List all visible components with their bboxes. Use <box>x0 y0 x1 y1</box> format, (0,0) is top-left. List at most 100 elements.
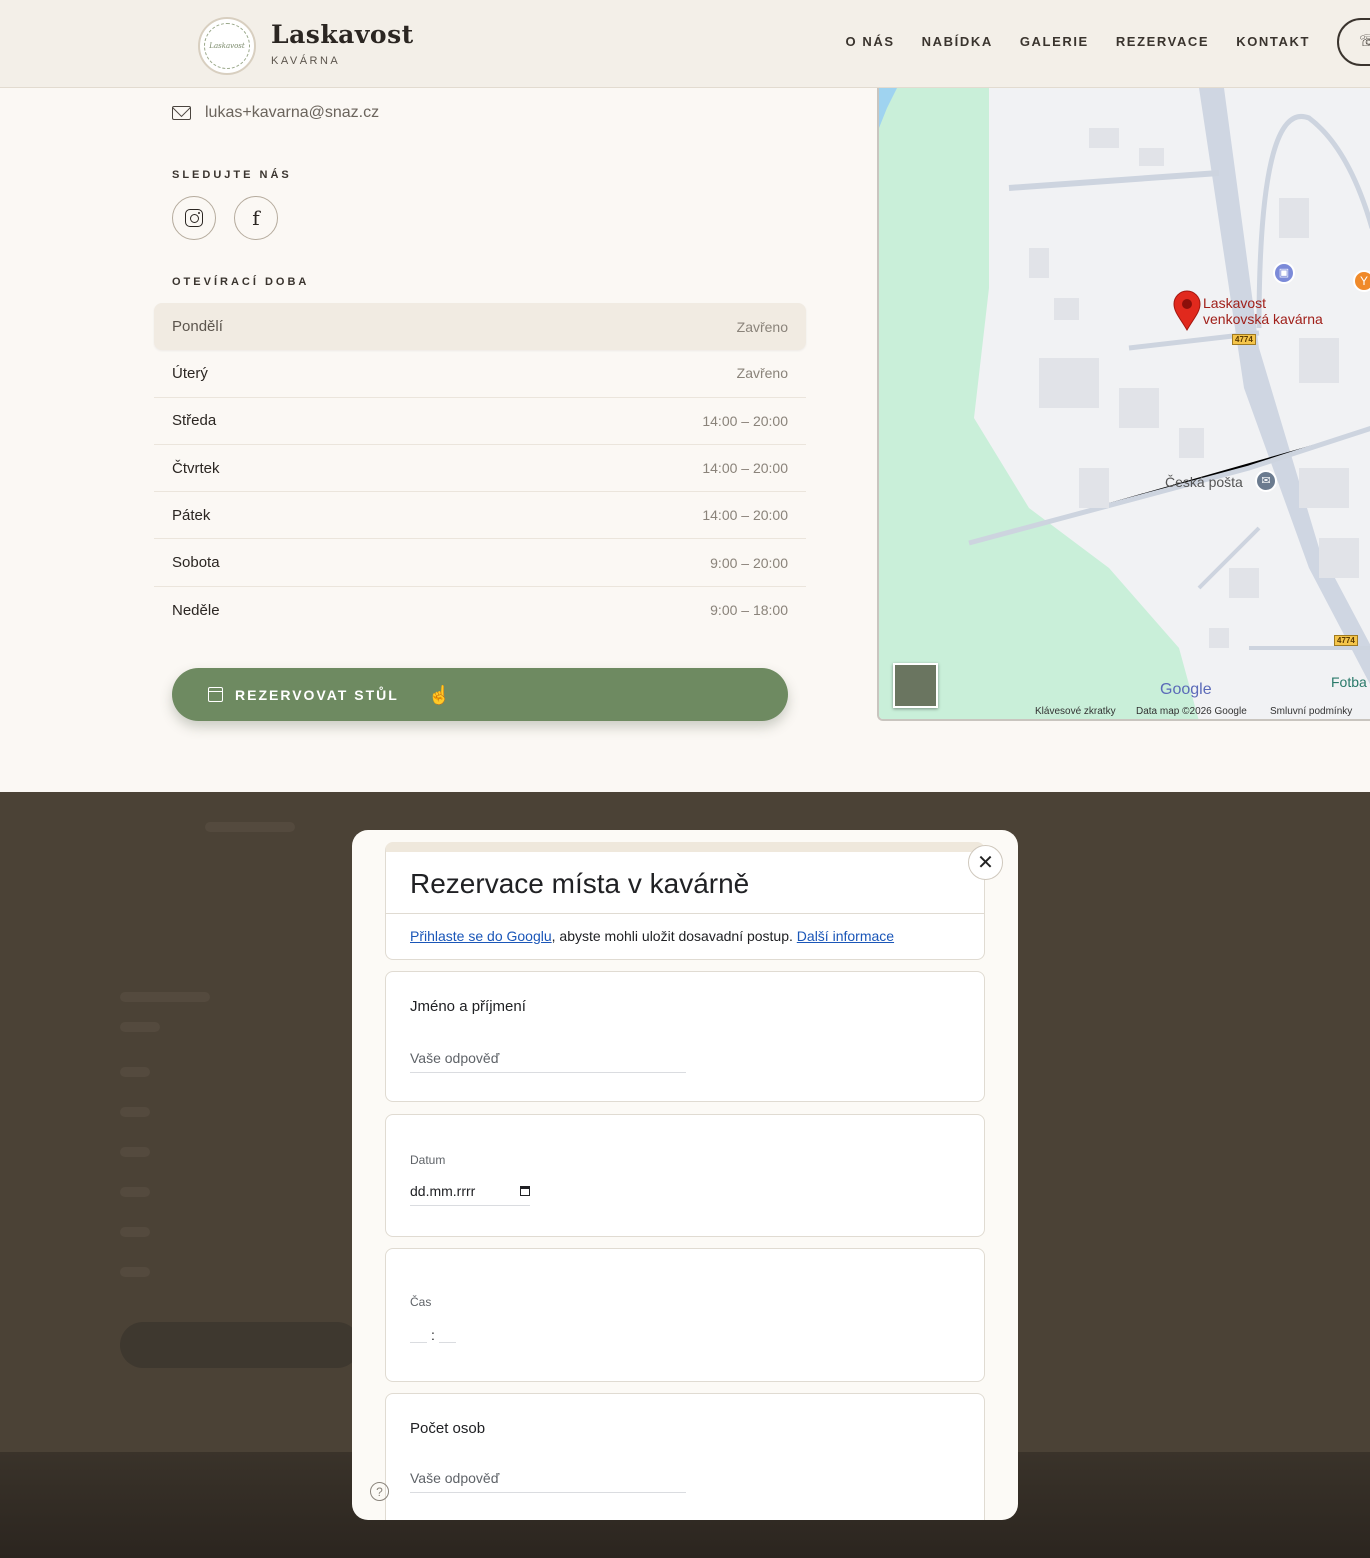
map-terms-link[interactable]: Smluvní podmínky <box>1270 706 1352 717</box>
reservation-modal: Rezervace místa v kavárně Přihlaste se d… <box>352 830 1018 1520</box>
hours-row: Pondělí Zavřeno <box>154 303 806 351</box>
hours-row: Úterý Zavřeno <box>154 350 806 398</box>
logo[interactable]: Laskavost <box>198 17 256 75</box>
date-input[interactable]: dd.mm.rrrr <box>410 1183 530 1206</box>
nav-rezervace[interactable]: REZERVACE <box>1116 34 1209 49</box>
instagram-button[interactable] <box>172 196 216 240</box>
map-data-text: Data map ©2026 Google <box>1136 706 1247 717</box>
minute-input[interactable] <box>438 1323 456 1343</box>
hours-row: Středa 14:00 – 20:00 <box>154 398 806 445</box>
phone-button[interactable]: ☏ <box>1337 18 1370 66</box>
hand-cursor-icon: ☝ <box>428 685 451 705</box>
blurred-element <box>120 1187 150 1197</box>
question-people-label: Počet osob <box>410 1420 486 1437</box>
post-office-label[interactable]: Česká pošta <box>1165 474 1243 490</box>
blurred-reserve-button <box>120 1322 360 1368</box>
bus-stop-icon[interactable]: ▣ <box>1273 262 1295 284</box>
hours-time: Zavřeno <box>736 318 788 335</box>
date-placeholder: dd.mm.rrrr <box>410 1183 476 1199</box>
hours-day: Čtvrtek <box>172 459 220 477</box>
mail-icon[interactable]: ✉ <box>1255 470 1277 492</box>
question-people-card: Počet osob Vaše odpověď <box>385 1393 985 1520</box>
email-address[interactable]: lukas+kavarna@snaz.cz <box>205 104 379 122</box>
question-time-card: Čas : <box>385 1248 985 1382</box>
hours-row: Pátek 14:00 – 20:00 <box>154 492 806 540</box>
map-pin-icon[interactable] <box>1172 290 1202 332</box>
signin-link[interactable]: Přihlaste se do Googlu <box>410 928 552 944</box>
nav-nabidka[interactable]: NABÍDKA <box>922 34 993 49</box>
question-name-card: Jméno a příjmení Vaše odpověď <box>385 971 985 1102</box>
question-name-label: Jméno a příjmení <box>410 998 526 1015</box>
hours-row: Čtvrtek 14:00 – 20:00 <box>154 445 806 493</box>
map-fotba-label: Fotba <box>1331 674 1367 690</box>
email-row[interactable]: lukas+kavarna@snaz.cz <box>172 104 379 122</box>
more-info-link[interactable]: Další informace <box>797 928 894 944</box>
nav-o-nas[interactable]: O NÁS <box>846 34 895 49</box>
hours-day: Pondělí <box>172 318 223 336</box>
time-input: : <box>410 1323 456 1343</box>
people-input[interactable]: Vaše odpověď <box>410 1470 686 1493</box>
signin-note: Přihlaste se do Googlu, abyste mohli ulo… <box>410 928 894 944</box>
form-header-card: Rezervace místa v kavárně Přihlaste se d… <box>385 842 985 960</box>
hours-time: Zavřeno <box>736 365 788 382</box>
question-date-card: Datum dd.mm.rrrr <box>385 1114 985 1237</box>
facebook-icon: f <box>252 206 260 230</box>
blurred-element <box>120 1147 150 1157</box>
map-place-name[interactable]: Laskavost <box>1203 295 1266 311</box>
google-map[interactable]: Laskavost venkovská kavárna 4774 4774 ▣ … <box>877 88 1370 721</box>
blurred-element <box>120 1022 160 1032</box>
hours-time: 14:00 – 20:00 <box>702 460 788 477</box>
hours-day: Pátek <box>172 506 211 524</box>
bar-icon[interactable]: Y <box>1353 270 1370 292</box>
instagram-icon <box>185 209 203 227</box>
divider <box>386 913 984 914</box>
hours-time: 14:00 – 20:00 <box>702 507 788 524</box>
blurred-element <box>120 992 210 1002</box>
name-input[interactable]: Vaše odpověď <box>410 1050 686 1073</box>
question-date-label: Datum <box>410 1153 446 1167</box>
hours-row: Neděle 9:00 – 18:00 <box>154 587 806 634</box>
brand-subtitle: KAVÁRNA <box>271 55 341 67</box>
hours-time: 9:00 – 20:00 <box>710 554 788 571</box>
map-terrain <box>879 88 1370 719</box>
map-shortcuts-link[interactable]: Klávesové zkratky <box>1035 706 1116 717</box>
signin-text: , abyste mohli uložit dosavadní postup. <box>551 928 797 944</box>
satellite-toggle[interactable] <box>893 663 938 708</box>
blurred-element <box>120 1267 150 1277</box>
hours-time: 14:00 – 20:00 <box>702 412 788 429</box>
reserve-table-button[interactable]: REZERVOVAT STŮL <box>172 668 788 721</box>
brand-name[interactable]: Laskavost <box>271 20 414 49</box>
hours-day: Středa <box>172 412 217 430</box>
road-number-badge: 4774 <box>1232 334 1256 345</box>
blurred-element <box>205 822 295 832</box>
nav-galerie[interactable]: GALERIE <box>1020 34 1089 49</box>
hours-day: Úterý <box>172 364 208 382</box>
modal-overlay[interactable]: Rezervace místa v kavárně Přihlaste se d… <box>0 792 1370 1558</box>
hours-label: OTEVÍRACÍ DOBA <box>172 276 310 288</box>
reserve-button-label: REZERVOVAT STŮL <box>235 686 399 703</box>
hours-day: Neděle <box>172 601 220 619</box>
blurred-element <box>120 1107 150 1117</box>
phone-icon: ☏ <box>1359 33 1370 50</box>
contact-section: Laskavost Laskavost KAVÁRNA O NÁS NABÍDK… <box>0 0 1370 770</box>
google-logo: Google <box>1160 681 1212 698</box>
envelope-icon <box>172 106 191 120</box>
nav-kontakt[interactable]: KONTAKT <box>1236 34 1310 49</box>
hours-day: Sobota <box>172 554 220 572</box>
hour-input[interactable] <box>410 1323 427 1343</box>
opening-hours-table: Pondělí Zavřeno Úterý Zavřeno Středa 14:… <box>154 303 806 634</box>
hours-row: Sobota 9:00 – 20:00 <box>154 539 806 587</box>
blurred-element <box>120 1227 150 1237</box>
calendar-icon[interactable] <box>520 1186 530 1196</box>
follow-label: SLEDUJTE NÁS <box>172 169 292 181</box>
help-icon[interactable]: ? <box>370 1482 389 1501</box>
map-place-name-2[interactable]: venkovská kavárna <box>1203 311 1323 327</box>
road-number-badge: 4774 <box>1334 635 1358 646</box>
hours-time: 9:00 – 18:00 <box>710 602 788 619</box>
close-modal-button[interactable]: ✕ <box>968 845 1003 880</box>
blurred-element <box>120 1067 150 1077</box>
site-header: Laskavost Laskavost KAVÁRNA O NÁS NABÍDK… <box>0 0 1370 88</box>
facebook-button[interactable]: f <box>234 196 278 240</box>
close-icon: ✕ <box>977 852 994 874</box>
question-time-label: Čas <box>410 1295 432 1309</box>
